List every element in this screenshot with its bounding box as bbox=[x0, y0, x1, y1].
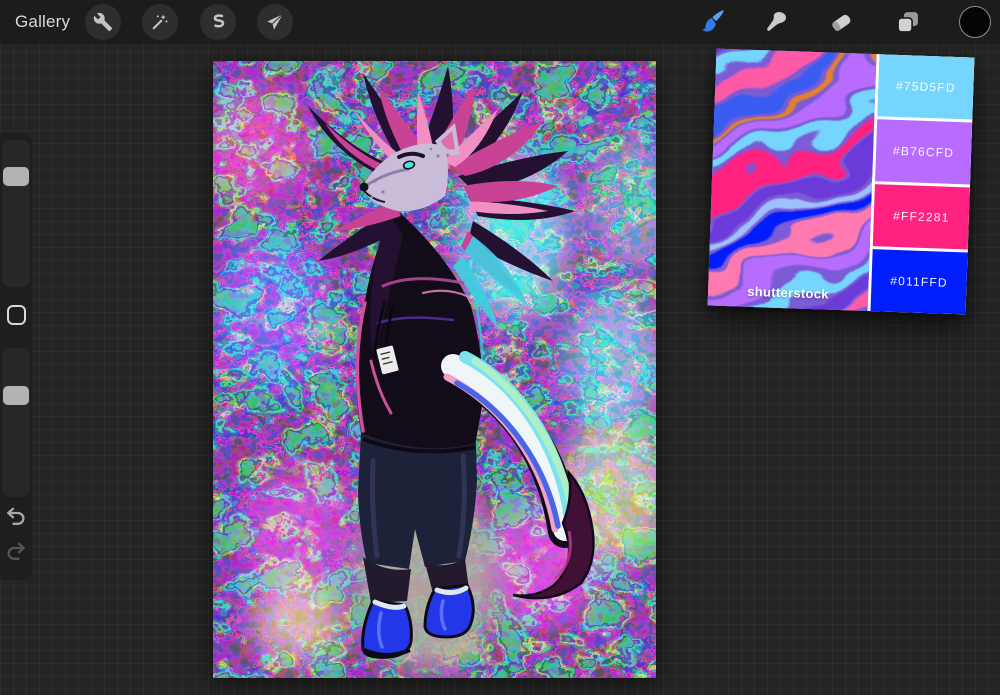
swatch-hex-label: #FF2281 bbox=[892, 208, 950, 225]
workspace-background: shutterstock #75D5FD #B76CFD #FF2281 #01… bbox=[0, 0, 1000, 695]
layers-icon bbox=[897, 12, 918, 33]
s-curve-icon bbox=[213, 14, 225, 28]
opacity-handle[interactable] bbox=[3, 386, 29, 405]
left-boot bbox=[361, 599, 413, 659]
transform-button[interactable] bbox=[257, 4, 293, 40]
swatch-hex-label: #011FFD bbox=[890, 273, 949, 290]
opacity-slider[interactable] bbox=[2, 348, 30, 497]
palette-swatch: #75D5FD bbox=[877, 54, 975, 120]
adjustments-button[interactable] bbox=[142, 4, 178, 40]
magic-wand-icon bbox=[152, 14, 168, 30]
palette-swatch: #011FFD bbox=[870, 249, 968, 315]
smudge-finger-icon bbox=[767, 12, 786, 31]
palette-swatch-column: #75D5FD #B76CFD #FF2281 #011FFD bbox=[867, 54, 975, 315]
top-toolbar: Gallery bbox=[0, 0, 1000, 44]
layers-button[interactable] bbox=[890, 4, 926, 40]
brush-size-slider[interactable] bbox=[2, 140, 30, 287]
brush-icon bbox=[702, 10, 724, 32]
selection-button[interactable] bbox=[200, 4, 236, 40]
reference-panel[interactable]: shutterstock #75D5FD #B76CFD #FF2281 #01… bbox=[707, 48, 975, 315]
reference-image: shutterstock bbox=[707, 48, 877, 312]
swatch-hex-label: #75D5FD bbox=[895, 78, 956, 95]
palette-swatch: #B76CFD bbox=[875, 119, 973, 185]
erase-tool-button[interactable] bbox=[823, 4, 859, 40]
undo-arrow-icon[interactable] bbox=[4, 505, 28, 529]
paint-tool-button[interactable] bbox=[694, 4, 730, 40]
right-boot bbox=[423, 583, 475, 639]
arrow-cursor-icon bbox=[267, 13, 284, 30]
smudge-tool-button[interactable] bbox=[758, 4, 794, 40]
color-swatch-circle[interactable] bbox=[959, 6, 991, 38]
actions-button[interactable] bbox=[85, 4, 121, 40]
swatch-hex-label: #B76CFD bbox=[892, 143, 955, 160]
brush-size-handle[interactable] bbox=[3, 167, 29, 186]
modify-button[interactable] bbox=[7, 305, 26, 325]
tool-sidebar bbox=[0, 133, 32, 580]
redo-arrow-icon[interactable] bbox=[4, 540, 28, 564]
drawing-canvas[interactable] bbox=[213, 61, 656, 678]
eraser-icon bbox=[832, 14, 851, 31]
wrench-icon bbox=[93, 12, 113, 32]
canvas-artwork bbox=[213, 61, 656, 678]
app-window: shutterstock #75D5FD #B76CFD #FF2281 #01… bbox=[0, 0, 1000, 695]
palette-swatch: #FF2281 bbox=[872, 184, 970, 250]
gallery-button[interactable]: Gallery bbox=[15, 12, 70, 32]
